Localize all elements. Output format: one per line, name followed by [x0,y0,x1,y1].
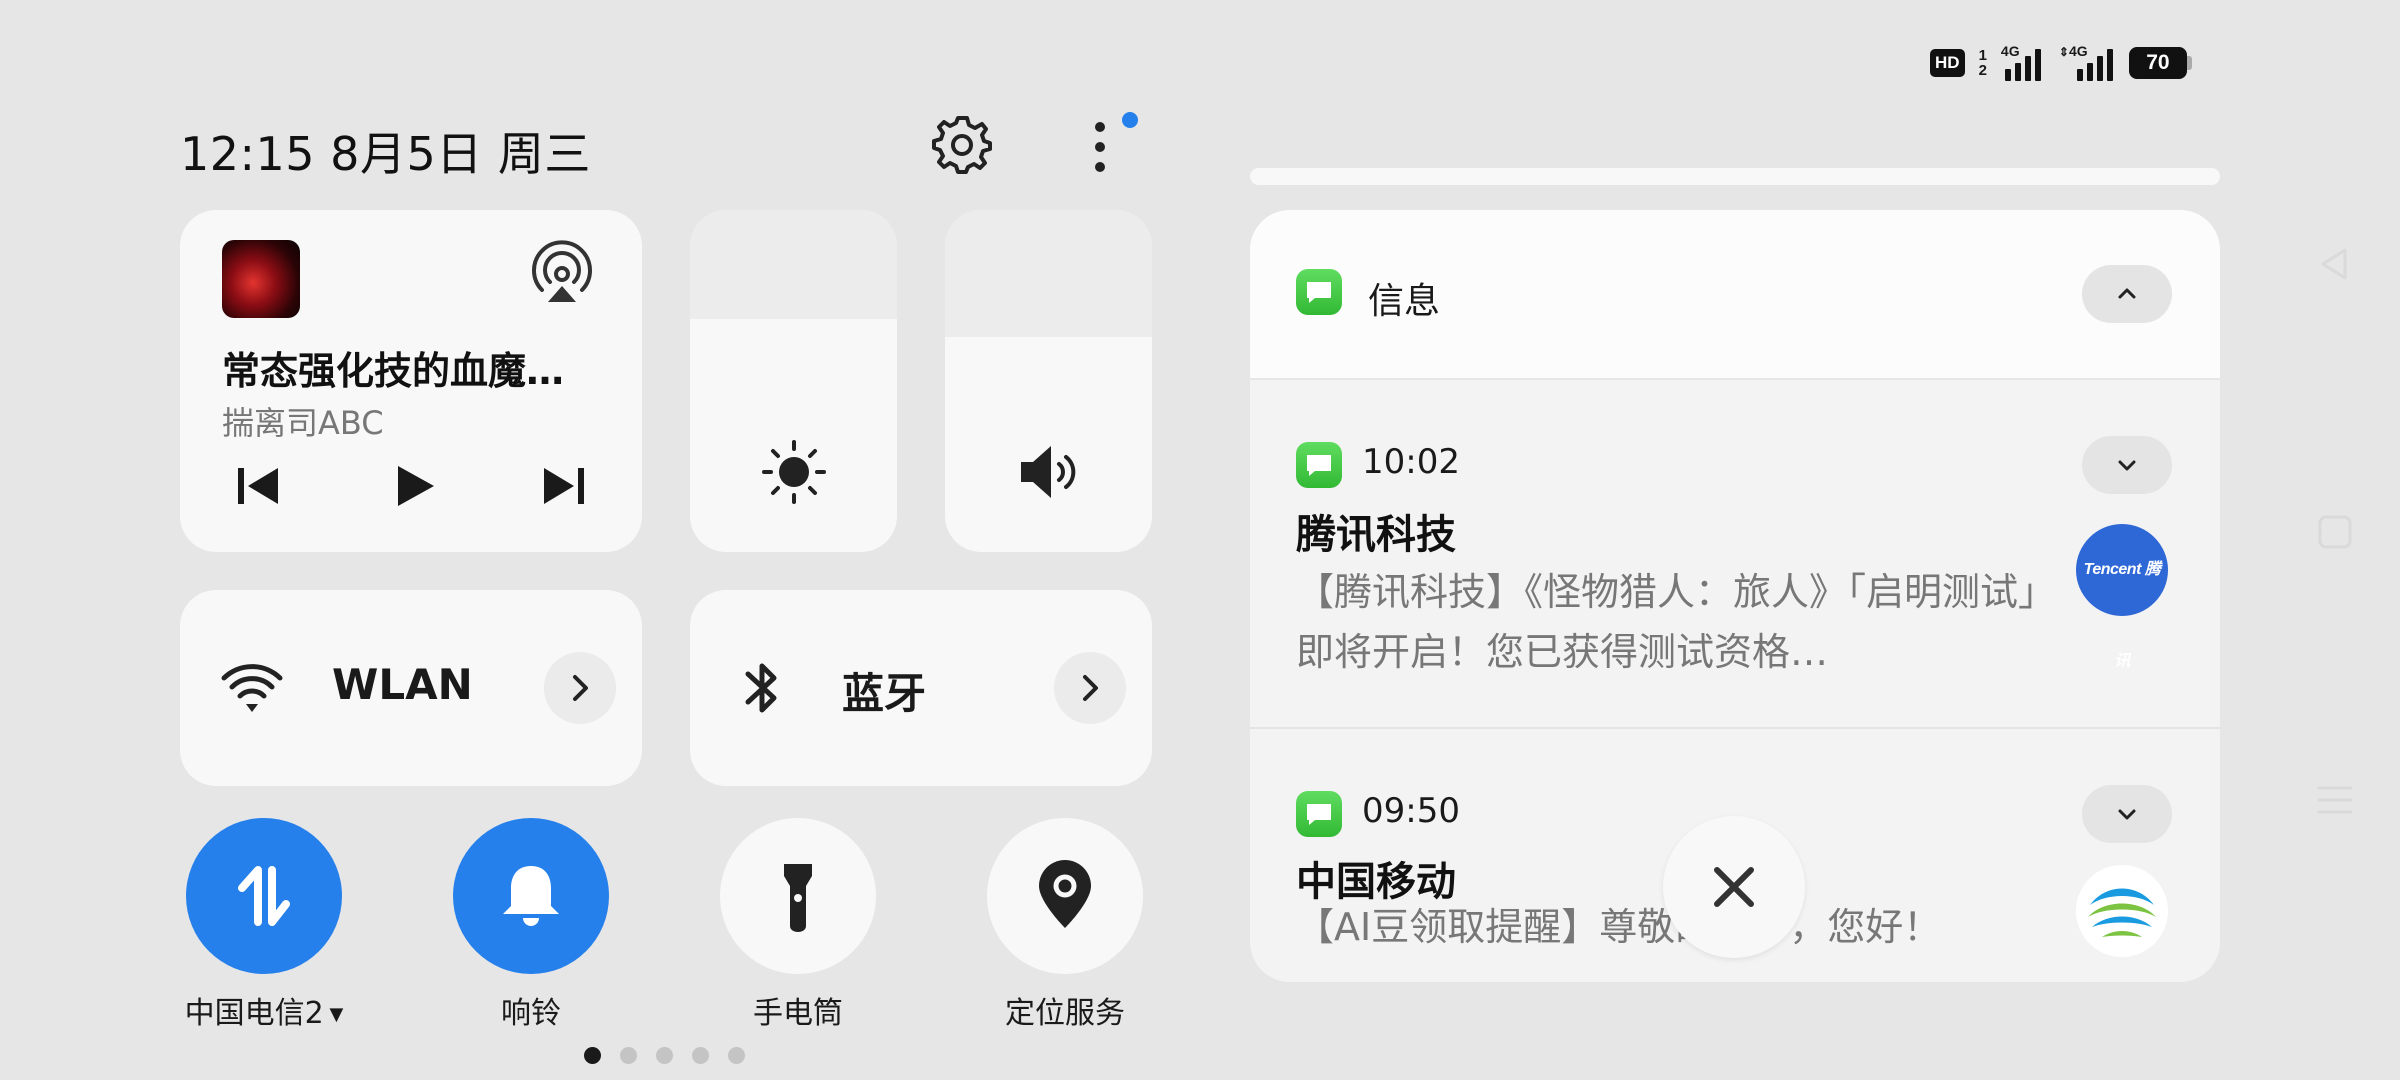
notification-time: 10:02 [1362,442,1460,482]
notification-sender: 腾讯科技 [1296,512,1456,558]
sun-icon [762,440,826,504]
caret-down-icon: ▼ [323,1004,344,1025]
page-dot[interactable] [692,1047,709,1064]
page-dot[interactable] [656,1047,673,1064]
page-dot[interactable] [728,1047,745,1064]
bell-icon [503,866,559,926]
mobile-data-label[interactable]: 中国电信2 ▼ [144,988,384,1032]
gear-icon [932,116,992,174]
song-title: 常态强化技的血魔… [222,349,565,393]
mobile-data-toggle[interactable] [186,818,342,974]
location-toggle[interactable] [987,818,1143,974]
sender-avatar: Tencent 腾讯 [2076,524,2168,670]
more-vertical-icon [1095,122,1105,172]
notification-time: 09:50 [1362,791,1460,831]
wlan-details-button[interactable] [544,652,616,724]
previous-button[interactable] [230,458,286,514]
chevron-right-icon [573,675,588,701]
bluetooth-label: 蓝牙 [842,669,927,718]
media-player-card[interactable]: 常态强化技的血魔… 揣离司ABC [180,210,642,552]
recents-button[interactable] [2315,780,2355,820]
hd-voice-indicator: HD [1930,49,1965,77]
notification-handle [1250,168,2220,185]
clear-all-button[interactable] [1663,816,1805,958]
wlan-label: WLAN [332,660,473,709]
notification-group-header[interactable]: 信息 [1250,210,2220,380]
play-icon [398,466,434,506]
location-icon [1039,860,1091,928]
message-app-icon [1296,791,1342,837]
wifi-icon [221,664,283,712]
menu-lines-icon [2317,786,2353,814]
home-button[interactable] [2315,512,2355,552]
chat-bubble-icon [1307,804,1331,825]
page-indicator [584,1047,745,1064]
expand-button[interactable] [2082,785,2172,843]
bluetooth-details-button[interactable] [1054,652,1126,724]
location-label: 定位服务 [1005,996,1125,1031]
flashlight-icon [784,864,812,932]
notification-body: 【腾讯科技】《怪物猎人：旅人》「启明测试」即将开启！您已获得测试资格… [1296,570,2056,674]
flashlight-label: 手电筒 [753,996,843,1031]
page-dot[interactable] [584,1047,601,1064]
home-square-icon [2318,515,2352,549]
notification-badge [1122,112,1138,128]
speaker-icon [1021,446,1076,498]
ringer-toggle[interactable] [453,818,609,974]
china-mobile-logo [2076,865,2168,957]
battery-level: 70 [2146,51,2170,74]
next-button[interactable] [536,458,592,514]
signal-strength-1: 4G [2001,43,2045,81]
wlan-tile[interactable]: WLAN [180,590,642,786]
cast-button[interactable] [528,240,596,308]
settings-button[interactable] [930,112,994,176]
flashlight-toggle[interactable] [720,818,876,974]
play-button[interactable] [386,458,442,514]
back-button[interactable] [2315,244,2355,284]
bluetooth-tile[interactable]: 蓝牙 [690,590,1152,786]
notification-item[interactable]: 10:02 腾讯科技 【腾讯科技】《怪物猎人：旅人》「启明测试」即将开启！您已获… [1250,378,2220,727]
mobile-data-icon [238,866,290,926]
album-art[interactable] [222,240,300,318]
app-name: 信息 [1368,281,1441,322]
brightness-slider[interactable] [690,210,897,552]
bluetooth-icon [745,663,777,713]
sim-index: 1 2 [1978,47,1987,79]
chevron-right-icon [1083,675,1098,701]
status-bar: HD 1 2 4G ⇕4G 70 [1930,40,2192,86]
artist-name: 揣离司ABC [222,404,384,442]
previous-icon [238,468,278,504]
close-icon [1714,867,1754,907]
page-dot[interactable] [620,1047,637,1064]
message-app-icon [1296,269,1342,315]
chevron-up-icon [2118,288,2136,299]
volume-slider[interactable] [945,210,1152,552]
date-time: 12:15 8月5日 周三 [180,127,591,181]
ringer-label: 响铃 [501,996,561,1031]
expand-button[interactable] [2082,436,2172,494]
chevron-down-icon [2118,460,2136,471]
back-triangle-icon [2321,248,2347,280]
more-options-button[interactable] [1070,108,1130,178]
cast-icon [532,240,592,302]
signal-strength-2: ⇕4G [2059,43,2115,81]
message-app-icon [1296,442,1342,488]
collapse-button[interactable] [2082,265,2172,323]
chat-bubble-icon [1307,282,1331,303]
chevron-down-icon [2118,809,2136,820]
next-icon [544,468,584,504]
battery-indicator: 70 [2128,47,2192,79]
chat-bubble-icon [1307,455,1331,476]
